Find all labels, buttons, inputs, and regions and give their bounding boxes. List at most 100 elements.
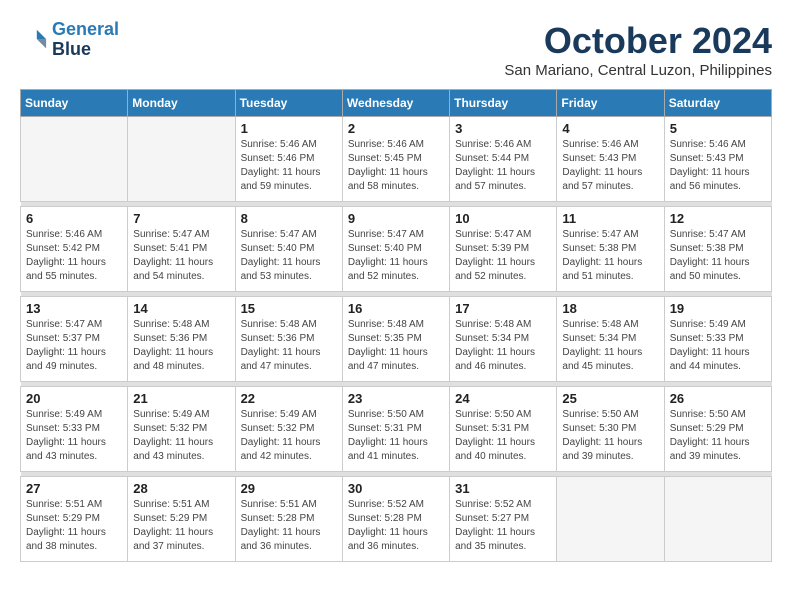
day-number: 17 xyxy=(455,301,551,316)
header-row: SundayMondayTuesdayWednesdayThursdayFrid… xyxy=(21,90,772,117)
calendar-cell: 5 Sunrise: 5:46 AMSunset: 5:43 PMDaylight… xyxy=(664,117,771,202)
calendar-cell xyxy=(21,117,128,202)
location-subtitle: San Mariano, Central Luzon, Philippines xyxy=(504,62,772,79)
header-day-tuesday: Tuesday xyxy=(235,90,342,117)
calendar-cell: 15Sunrise: 5:48 AMSunset: 5:36 PMDayligh… xyxy=(235,297,342,382)
cell-info: Sunrise: 5:50 AMSunset: 5:31 PMDaylight:… xyxy=(455,408,551,464)
title-area: October 2024 San Mariano, Central Luzon,… xyxy=(504,20,772,79)
day-number: 4 xyxy=(562,121,658,136)
cell-info: Sunrise: 5:50 AMSunset: 5:29 PMDaylight:… xyxy=(670,408,766,464)
cell-info: Sunrise: 5:46 AMSunset: 5:46 PMDaylight:… xyxy=(241,138,337,194)
cell-info: Sunrise: 5:47 AMSunset: 5:40 PMDaylight:… xyxy=(348,228,444,284)
calendar-cell: 27 Sunrise: 5:51 AMSunset: 5:29 PMDayligh… xyxy=(21,477,128,562)
calendar-cell: 25Sunrise: 5:50 AMSunset: 5:30 PMDayligh… xyxy=(557,387,664,472)
calendar-cell: 1 Sunrise: 5:46 AMSunset: 5:46 PMDaylight… xyxy=(235,117,342,202)
day-number: 21 xyxy=(133,391,229,406)
calendar-cell: 31 Sunrise: 5:52 AMSunset: 5:27 PMDayligh… xyxy=(450,477,557,562)
calendar-cell: 4 Sunrise: 5:46 AMSunset: 5:43 PMDaylight… xyxy=(557,117,664,202)
month-title: October 2024 xyxy=(504,20,772,62)
cell-info: Sunrise: 5:49 AMSunset: 5:33 PMDaylight:… xyxy=(26,408,122,464)
day-number: 8 xyxy=(241,211,337,226)
header-day-monday: Monday xyxy=(128,90,235,117)
cell-info: Sunrise: 5:47 AMSunset: 5:37 PMDaylight:… xyxy=(26,318,122,374)
header-day-friday: Friday xyxy=(557,90,664,117)
calendar-cell: 9 Sunrise: 5:47 AMSunset: 5:40 PMDaylight… xyxy=(342,207,449,292)
cell-info: Sunrise: 5:46 AMSunset: 5:43 PMDaylight:… xyxy=(670,138,766,194)
day-number: 19 xyxy=(670,301,766,316)
day-number: 1 xyxy=(241,121,337,136)
cell-info: Sunrise: 5:51 AMSunset: 5:29 PMDaylight:… xyxy=(26,498,122,554)
day-number: 12 xyxy=(670,211,766,226)
header-day-wednesday: Wednesday xyxy=(342,90,449,117)
cell-info: Sunrise: 5:46 AMSunset: 5:43 PMDaylight:… xyxy=(562,138,658,194)
calendar-cell xyxy=(664,477,771,562)
calendar-cell: 18 Sunrise: 5:48 AMSunset: 5:34 PMDayligh… xyxy=(557,297,664,382)
cell-info: Sunrise: 5:51 AMSunset: 5:29 PMDaylight:… xyxy=(133,498,229,554)
day-number: 29 xyxy=(241,481,337,496)
day-number: 11 xyxy=(562,211,658,226)
calendar-cell xyxy=(128,117,235,202)
day-number: 14 xyxy=(133,301,229,316)
day-number: 7 xyxy=(133,211,229,226)
week-row-5: 27 Sunrise: 5:51 AMSunset: 5:29 PMDayligh… xyxy=(21,477,772,562)
cell-info: Sunrise: 5:48 AMSunset: 5:34 PMDaylight:… xyxy=(562,318,658,374)
calendar-cell: 12 Sunrise: 5:47 AMSunset: 5:38 PMDayligh… xyxy=(664,207,771,292)
day-number: 26 xyxy=(670,391,766,406)
cell-info: Sunrise: 5:47 AMSunset: 5:38 PMDaylight:… xyxy=(670,228,766,284)
header-day-saturday: Saturday xyxy=(664,90,771,117)
cell-info: Sunrise: 5:52 AMSunset: 5:28 PMDaylight:… xyxy=(348,498,444,554)
cell-info: Sunrise: 5:46 AMSunset: 5:45 PMDaylight:… xyxy=(348,138,444,194)
calendar-cell xyxy=(557,477,664,562)
calendar-cell: 8 Sunrise: 5:47 AMSunset: 5:40 PMDaylight… xyxy=(235,207,342,292)
calendar-cell: 2 Sunrise: 5:46 AMSunset: 5:45 PMDaylight… xyxy=(342,117,449,202)
day-number: 3 xyxy=(455,121,551,136)
week-row-4: 20 Sunrise: 5:49 AMSunset: 5:33 PMDayligh… xyxy=(21,387,772,472)
cell-info: Sunrise: 5:48 AMSunset: 5:34 PMDaylight:… xyxy=(455,318,551,374)
calendar-cell: 17 Sunrise: 5:48 AMSunset: 5:34 PMDayligh… xyxy=(450,297,557,382)
day-number: 23 xyxy=(348,391,444,406)
calendar-cell: 23Sunrise: 5:50 AMSunset: 5:31 PMDayligh… xyxy=(342,387,449,472)
day-number: 27 xyxy=(26,481,122,496)
cell-info: Sunrise: 5:49 AMSunset: 5:32 PMDaylight:… xyxy=(241,408,337,464)
day-number: 22 xyxy=(241,391,337,406)
cell-info: Sunrise: 5:51 AMSunset: 5:28 PMDaylight:… xyxy=(241,498,337,554)
day-number: 13 xyxy=(26,301,122,316)
header-day-sunday: Sunday xyxy=(21,90,128,117)
cell-info: Sunrise: 5:48 AMSunset: 5:36 PMDaylight:… xyxy=(133,318,229,374)
calendar-cell: 10 Sunrise: 5:47 AMSunset: 5:39 PMDayligh… xyxy=(450,207,557,292)
cell-info: Sunrise: 5:49 AMSunset: 5:33 PMDaylight:… xyxy=(670,318,766,374)
day-number: 2 xyxy=(348,121,444,136)
cell-info: Sunrise: 5:47 AMSunset: 5:40 PMDaylight:… xyxy=(241,228,337,284)
page-header: General Blue October 2024 San Mariano, C… xyxy=(20,20,772,79)
day-number: 5 xyxy=(670,121,766,136)
calendar-cell: 22 Sunrise: 5:49 AMSunset: 5:32 PMDayligh… xyxy=(235,387,342,472)
day-number: 10 xyxy=(455,211,551,226)
day-number: 31 xyxy=(455,481,551,496)
day-number: 24 xyxy=(455,391,551,406)
day-number: 15 xyxy=(241,301,337,316)
cell-info: Sunrise: 5:46 AMSunset: 5:44 PMDaylight:… xyxy=(455,138,551,194)
calendar-cell: 6Sunrise: 5:46 AMSunset: 5:42 PMDaylight… xyxy=(21,207,128,292)
day-number: 16 xyxy=(348,301,444,316)
day-number: 18 xyxy=(562,301,658,316)
day-number: 20 xyxy=(26,391,122,406)
day-number: 9 xyxy=(348,211,444,226)
logo-icon xyxy=(20,26,48,54)
cell-info: Sunrise: 5:46 AMSunset: 5:42 PMDaylight:… xyxy=(26,228,122,284)
week-row-3: 13 Sunrise: 5:47 AMSunset: 5:37 PMDayligh… xyxy=(21,297,772,382)
calendar-cell: 16 Sunrise: 5:48 AMSunset: 5:35 PMDayligh… xyxy=(342,297,449,382)
calendar-cell: 28 Sunrise: 5:51 AMSunset: 5:29 PMDayligh… xyxy=(128,477,235,562)
day-number: 28 xyxy=(133,481,229,496)
cell-info: Sunrise: 5:52 AMSunset: 5:27 PMDaylight:… xyxy=(455,498,551,554)
week-row-2: 6Sunrise: 5:46 AMSunset: 5:42 PMDaylight… xyxy=(21,207,772,292)
calendar-cell: 29 Sunrise: 5:51 AMSunset: 5:28 PMDayligh… xyxy=(235,477,342,562)
cell-info: Sunrise: 5:48 AMSunset: 5:35 PMDaylight:… xyxy=(348,318,444,374)
cell-info: Sunrise: 5:47 AMSunset: 5:39 PMDaylight:… xyxy=(455,228,551,284)
calendar-cell: 21 Sunrise: 5:49 AMSunset: 5:32 PMDayligh… xyxy=(128,387,235,472)
cell-info: Sunrise: 5:49 AMSunset: 5:32 PMDaylight:… xyxy=(133,408,229,464)
day-number: 25 xyxy=(562,391,658,406)
calendar-table: SundayMondayTuesdayWednesdayThursdayFrid… xyxy=(20,89,772,562)
calendar-cell: 14 Sunrise: 5:48 AMSunset: 5:36 PMDayligh… xyxy=(128,297,235,382)
logo-text: General Blue xyxy=(52,20,119,60)
cell-info: Sunrise: 5:47 AMSunset: 5:38 PMDaylight:… xyxy=(562,228,658,284)
